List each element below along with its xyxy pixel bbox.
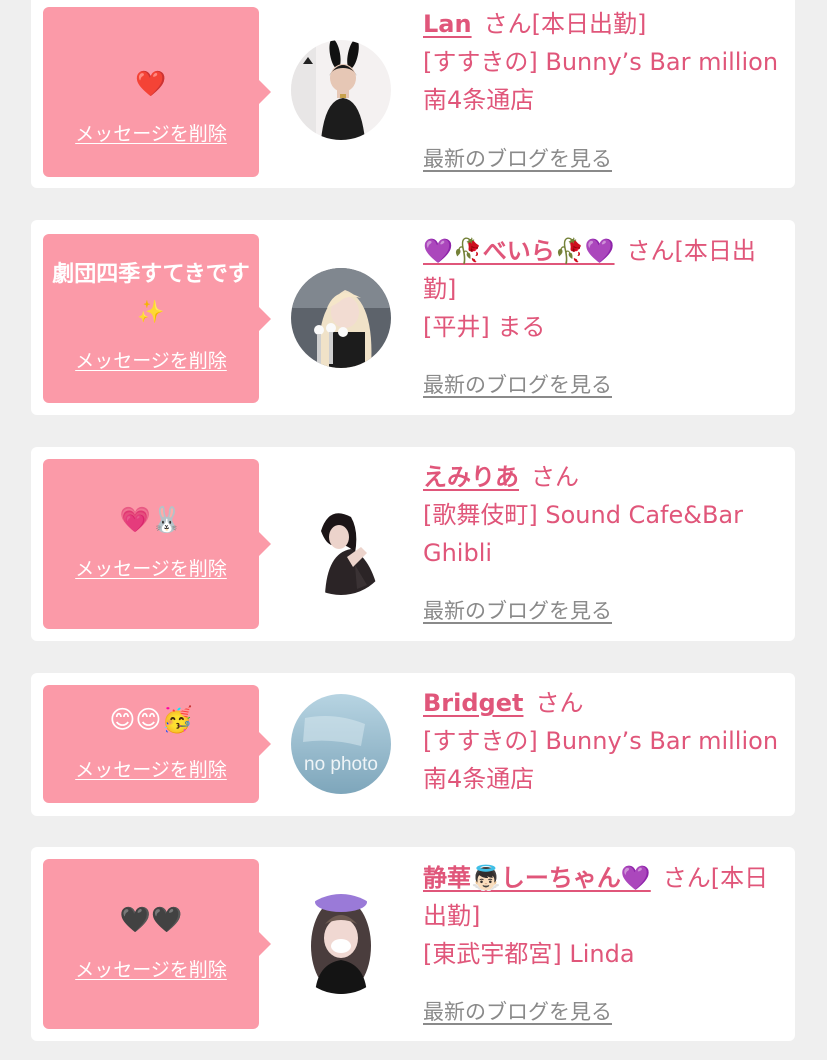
dark-hair-girl-photo-icon (291, 495, 391, 595)
cast-name-link[interactable]: えみりあ (423, 463, 519, 491)
masked-girl-photo-icon (291, 894, 391, 994)
message-bubble: 😊😊🥳 メッセージを削除 (43, 685, 271, 803)
cast-info: 💜🥀べいら🥀💜 さん[本日出勤] [平井] まる (423, 232, 781, 346)
message-text: ❤️ (135, 69, 167, 98)
cast-info: Bridget さん [すすきの] Bunny’s Bar million 南4条… (423, 684, 781, 798)
blog-link[interactable]: 最新のブログを見る (423, 996, 612, 1026)
bunny-girl-photo-icon (291, 40, 391, 140)
delete-message-link[interactable]: メッセージを削除 (43, 957, 259, 983)
no-photo-placeholder-icon: no photo (291, 694, 391, 794)
message-bubble: ❤️ メッセージを削除 (43, 7, 271, 177)
blonde-girl-photo-icon (291, 268, 391, 368)
san-suffix: さん (531, 463, 579, 491)
san-suffix: さん[本日出勤] (483, 10, 647, 38)
avatar[interactable] (291, 268, 391, 368)
blog-link[interactable]: 最新のブログを見る (423, 369, 612, 399)
cast-info: Lan さん[本日出勤] [すすきの] Bunny’s Bar million 南… (423, 5, 781, 119)
delete-message-link[interactable]: メッセージを削除 (43, 556, 259, 582)
cast-name-link[interactable]: 静華👼🏻しーちゃん💜 (423, 864, 651, 892)
favorite-card: 💗🐰 メッセージを削除 えみりあ さん [歌舞伎町] Sound Cafe&Bar… (31, 447, 795, 641)
shop-detail: [東武宇都宮] Linda (423, 940, 635, 968)
blog-link[interactable]: 最新のブログを見る (423, 143, 612, 173)
shop-detail: [すすきの] Bunny’s Bar million 南4条通店 (423, 48, 779, 114)
avatar[interactable] (291, 40, 391, 140)
cast-info: 静華👼🏻しーちゃん💜 さん[本日出勤] [東武宇都宮] Linda (423, 859, 781, 973)
favorite-card: 🖤🖤 メッセージを削除 静華👼🏻しーちゃん💜 さん[本日出勤] [東武宇都宮] L… (31, 847, 795, 1041)
delete-message-link[interactable]: メッセージを削除 (43, 757, 259, 783)
delete-message-link[interactable]: メッセージを削除 (43, 121, 259, 147)
no-photo-text: no photo (304, 754, 378, 775)
message-text: 劇団四季すてきです✨ (52, 262, 250, 325)
cast-name-link[interactable]: 💜🥀べいら🥀💜 (423, 237, 615, 265)
cast-name-link[interactable]: Lan (423, 10, 472, 38)
message-bubble: 💗🐰 メッセージを削除 (43, 459, 271, 629)
message-bubble: 🖤🖤 メッセージを削除 (43, 859, 271, 1029)
cast-name-link[interactable]: Bridget (423, 689, 523, 717)
favorite-card: ❤️ メッセージを削除 Lan さん[本日出勤] [すすきの] Bunny’s B… (31, 0, 795, 188)
shop-detail: [平井] まる (423, 313, 546, 341)
message-bubble: 劇団四季すてきです✨ メッセージを削除 (43, 234, 271, 403)
avatar[interactable]: no photo (291, 694, 391, 794)
san-suffix: さん (535, 689, 584, 717)
blog-link[interactable]: 最新のブログを見る (423, 595, 612, 625)
delete-message-link[interactable]: メッセージを削除 (43, 348, 259, 374)
message-text: 🖤🖤 (119, 905, 183, 934)
avatar[interactable] (291, 894, 391, 994)
shop-detail: [歌舞伎町] Sound Cafe&Bar Ghibli (423, 501, 743, 567)
message-text: 💗🐰 (119, 505, 183, 534)
favorite-card: 劇団四季すてきです✨ メッセージを削除 💜🥀べいら🥀💜 さん[本日出勤] [平井]… (31, 220, 795, 415)
favorite-card: 😊😊🥳 メッセージを削除 no photo Bridget さん [すすきの] B… (31, 673, 795, 816)
shop-detail: [すすきの] Bunny’s Bar million 南4条通店 (423, 727, 779, 793)
cast-info: えみりあ さん [歌舞伎町] Sound Cafe&Bar Ghibli (423, 458, 781, 572)
avatar[interactable] (291, 495, 391, 595)
message-text: 😊😊🥳 (109, 705, 193, 734)
